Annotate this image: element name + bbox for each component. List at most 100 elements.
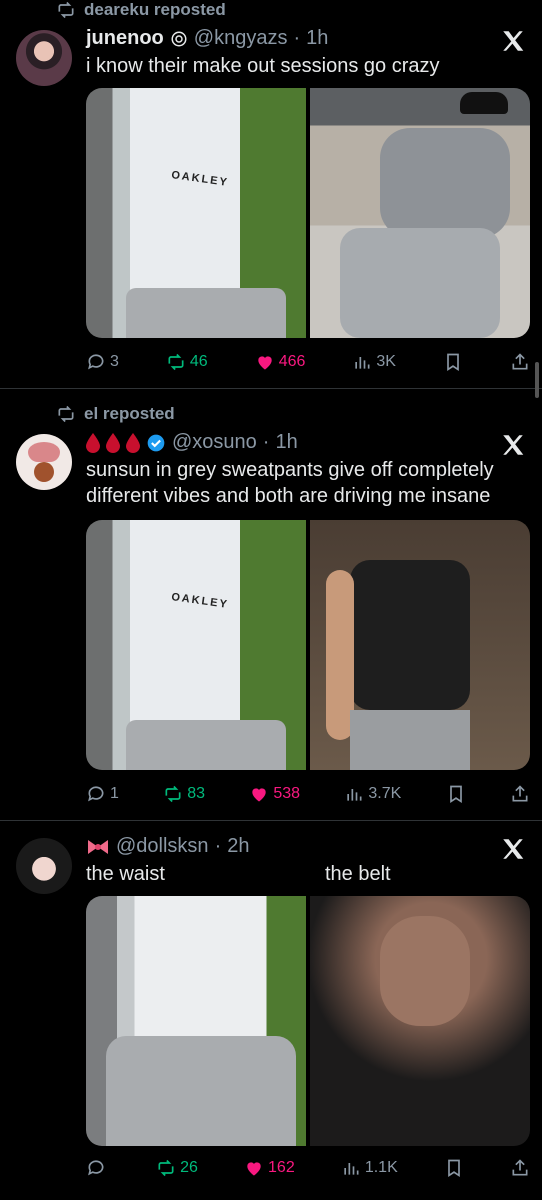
photo-sweatpants bbox=[126, 288, 286, 338]
reply-button[interactable] bbox=[86, 1158, 110, 1178]
repost-indicator: deareku reposted bbox=[56, 0, 226, 20]
repost-icon bbox=[165, 785, 181, 803]
photo-hand-face[interactable] bbox=[310, 896, 530, 1146]
photo-hand bbox=[380, 916, 470, 1026]
x-logo-icon bbox=[503, 31, 524, 51]
tweet-text: i know their make out sessions go crazy bbox=[86, 55, 440, 77]
avatar[interactable] bbox=[16, 30, 72, 86]
reply-button[interactable]: 3 bbox=[86, 352, 119, 372]
bookmark-icon[interactable] bbox=[446, 784, 466, 804]
repost-label: deareku reposted bbox=[84, 0, 226, 19]
reply-icon bbox=[88, 1160, 104, 1176]
handle[interactable]: @dollsksn bbox=[116, 835, 209, 858]
heart-icon bbox=[258, 356, 272, 370]
views-icon bbox=[347, 789, 362, 801]
views-button[interactable]: 3K bbox=[352, 352, 396, 372]
handle[interactable]: @xosuno bbox=[172, 431, 257, 454]
tweet-text: sunsun in grey sweatpants give off compl… bbox=[86, 459, 494, 507]
blood-drop-icon bbox=[126, 432, 140, 453]
timestamp[interactable]: 1h bbox=[275, 431, 297, 454]
dot-separator: · bbox=[262, 431, 270, 453]
like-button[interactable]: 538 bbox=[249, 784, 300, 804]
x-logo-icon bbox=[503, 839, 524, 859]
like-count: 466 bbox=[278, 353, 306, 370]
handle[interactable]: @kngyazs bbox=[194, 27, 288, 50]
share-icon[interactable] bbox=[510, 1158, 530, 1178]
repost-button[interactable]: 46 bbox=[166, 352, 208, 372]
photo-grey-pants bbox=[340, 228, 500, 338]
dot-separator: · bbox=[214, 835, 222, 857]
photo-grey-pants bbox=[350, 710, 470, 770]
media-grid[interactable] bbox=[86, 896, 530, 1146]
views-button[interactable]: 3.7K bbox=[344, 784, 401, 804]
photo-sweatpants bbox=[126, 720, 286, 770]
photo-white-shirt[interactable]: OAKLEY bbox=[86, 88, 306, 338]
bookmark-icon[interactable] bbox=[444, 1158, 464, 1178]
timestamp[interactable]: 2h bbox=[227, 835, 249, 858]
blood-drop-icon bbox=[106, 432, 120, 453]
photo-white-shirt[interactable]: OAKLEY bbox=[86, 520, 306, 770]
reply-button[interactable]: 1 bbox=[86, 784, 119, 804]
scrollbar[interactable] bbox=[535, 362, 539, 398]
avatar-character-body bbox=[34, 462, 54, 482]
drop-emojis bbox=[86, 432, 140, 453]
repost-count: 83 bbox=[187, 785, 206, 802]
like-count: 538 bbox=[273, 785, 301, 802]
view-count: 1.1K bbox=[364, 1159, 398, 1176]
repost-count: 46 bbox=[189, 353, 208, 370]
views-button[interactable]: 1.1K bbox=[341, 1158, 398, 1178]
view-count: 3.7K bbox=[368, 785, 402, 802]
ribbon-bow-icon bbox=[88, 839, 108, 854]
repost-icon bbox=[168, 353, 184, 371]
repost-icon bbox=[158, 1159, 174, 1177]
divider bbox=[0, 388, 542, 389]
views-icon bbox=[355, 357, 370, 369]
like-count: 162 bbox=[268, 1159, 295, 1176]
like-button[interactable]: 466 bbox=[255, 352, 306, 372]
blood-drop-icon bbox=[86, 432, 100, 453]
heart-icon bbox=[252, 788, 267, 802]
reply-count: 3 bbox=[110, 353, 119, 370]
repost-icon bbox=[58, 1, 74, 19]
heart-icon bbox=[247, 1162, 261, 1176]
view-count: 3K bbox=[376, 353, 396, 370]
reply-count: 1 bbox=[110, 785, 119, 802]
x-logo-icon bbox=[503, 435, 524, 455]
media-grid[interactable]: OAKLEY bbox=[86, 520, 530, 770]
spiral-icon bbox=[171, 31, 187, 46]
photo-waist[interactable] bbox=[86, 896, 306, 1146]
tweet-2[interactable]: el reposted @xosuno · 1h sunsun in grey … bbox=[0, 404, 542, 816]
photo-grey-top bbox=[380, 128, 510, 238]
avatar[interactable] bbox=[16, 838, 72, 894]
photo-grey-outfit[interactable] bbox=[310, 88, 530, 338]
photo-oakley-print: OAKLEY bbox=[170, 591, 230, 611]
display-name[interactable]: junenoo bbox=[86, 27, 164, 50]
tweet-1[interactable]: deareku reposted junenoo @kngyazs · 1h i… bbox=[0, 0, 542, 388]
views-icon bbox=[344, 1163, 359, 1175]
photo-oakley-print: OAKLEY bbox=[170, 169, 230, 189]
photo-sweatpants bbox=[106, 1036, 296, 1146]
repost-button[interactable]: 26 bbox=[156, 1158, 198, 1178]
tweet-text-left: the waist bbox=[86, 863, 165, 885]
share-icon[interactable] bbox=[510, 784, 530, 804]
repost-button[interactable]: 83 bbox=[163, 784, 205, 804]
repost-indicator: el reposted bbox=[56, 404, 175, 424]
photo-tank-top bbox=[350, 560, 470, 710]
like-button[interactable]: 162 bbox=[244, 1158, 295, 1178]
reply-icon bbox=[88, 786, 104, 802]
avatar-character bbox=[28, 442, 60, 462]
photo-black-tank[interactable] bbox=[310, 520, 530, 770]
repost-icon bbox=[58, 405, 74, 423]
tweet-3[interactable]: @dollsksn · 2h the waist the belt 26 162… bbox=[0, 820, 542, 1200]
media-grid[interactable]: OAKLEY bbox=[86, 88, 530, 338]
dot-separator: · bbox=[293, 27, 301, 49]
photo-cap bbox=[460, 92, 508, 114]
reply-icon bbox=[88, 354, 104, 370]
tweet-text-right: the belt bbox=[325, 863, 391, 885]
verified-badge-icon bbox=[147, 434, 165, 451]
timestamp[interactable]: 1h bbox=[306, 27, 328, 50]
avatar[interactable] bbox=[16, 434, 72, 490]
share-icon[interactable] bbox=[510, 352, 530, 372]
repost-label: el reposted bbox=[84, 404, 175, 423]
bookmark-icon[interactable] bbox=[443, 352, 463, 372]
